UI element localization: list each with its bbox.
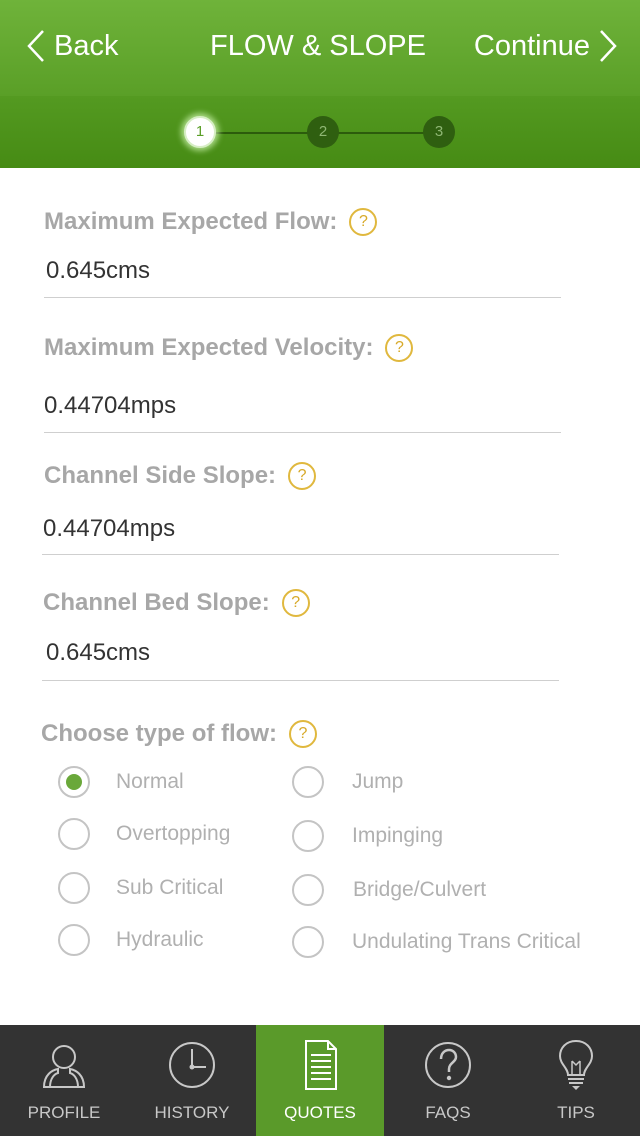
- radio-label: Normal: [116, 770, 184, 793]
- radio-undulating-trans-critical[interactable]: Undulating Trans Critical: [292, 926, 581, 958]
- radio-hydraulic[interactable]: Hydraulic: [58, 924, 204, 956]
- help-icon[interactable]: ?: [281, 589, 310, 617]
- radio-button[interactable]: [58, 818, 90, 850]
- radio-normal[interactable]: Normal: [58, 766, 184, 798]
- help-icon[interactable]: ?: [289, 720, 317, 748]
- continue-label: Continue: [473, 30, 590, 62]
- field-underline: [42, 554, 559, 555]
- tab-label: QUOTES: [284, 1103, 356, 1122]
- field-underline: [44, 432, 561, 433]
- max-velocity-label-text: Maximum Expected Velocity:: [44, 334, 374, 361]
- help-icon[interactable]: ?: [349, 208, 378, 236]
- radio-button[interactable]: [292, 874, 324, 906]
- field-underline: [44, 297, 561, 298]
- radio-label: Undulating Trans Critical: [352, 930, 581, 953]
- tab-label: FAQS: [425, 1103, 471, 1122]
- tab-bar: PROFILE HISTORY QUOTES FAQS TIPS: [0, 1025, 640, 1136]
- lightbulb-icon: [558, 1039, 594, 1090]
- tab-profile[interactable]: PROFILE: [0, 1025, 128, 1136]
- bed-slope-label: Channel Bed Slope: ?: [43, 589, 310, 617]
- bed-slope-input[interactable]: 0.645cms: [46, 639, 150, 667]
- tab-label: PROFILE: [27, 1103, 101, 1122]
- tab-faqs[interactable]: FAQS: [384, 1025, 512, 1136]
- clock-icon: [169, 1042, 215, 1088]
- step-3[interactable]: 3: [423, 116, 455, 148]
- radio-label: Sub Critical: [116, 876, 224, 899]
- radio-label: Jump: [352, 770, 404, 793]
- help-icon[interactable]: ?: [385, 334, 414, 362]
- step-2[interactable]: 2: [307, 116, 339, 148]
- help-icon[interactable]: ?: [288, 462, 317, 490]
- max-flow-label-text: Maximum Expected Flow:: [44, 208, 338, 235]
- flow-type-label: Choose type of flow: ?: [41, 720, 317, 748]
- tab-quotes[interactable]: QUOTES: [256, 1025, 384, 1136]
- max-flow-input[interactable]: 0.645cms: [46, 257, 150, 285]
- tab-history[interactable]: HISTORY: [128, 1025, 256, 1136]
- radio-label: Hydraulic: [116, 928, 204, 951]
- question-icon: [425, 1042, 471, 1088]
- tab-label: HISTORY: [154, 1103, 230, 1122]
- field-underline: [42, 680, 559, 681]
- radio-label: Bridge/Culvert: [353, 878, 487, 901]
- radio-button[interactable]: [292, 926, 324, 958]
- radio-button[interactable]: [58, 766, 90, 798]
- radio-label: Overtopping: [116, 822, 231, 845]
- side-slope-label: Channel Side Slope: ?: [44, 462, 317, 490]
- radio-overtopping[interactable]: Overtopping: [58, 818, 230, 850]
- side-slope-input[interactable]: 0.44704mps: [43, 515, 175, 543]
- radio-sub-critical[interactable]: Sub Critical: [58, 872, 223, 904]
- person-icon: [42, 1045, 86, 1088]
- radio-bridge-culvert[interactable]: Bridge/Culvert: [292, 874, 486, 906]
- max-velocity-input[interactable]: 0.44704mps: [44, 392, 176, 420]
- radio-label: Impinging: [352, 824, 444, 847]
- radio-button[interactable]: [292, 820, 324, 852]
- chevron-right-icon: [600, 30, 617, 62]
- document-icon: [305, 1040, 337, 1090]
- max-flow-label: Maximum Expected Flow: ?: [44, 208, 378, 236]
- radio-button[interactable]: [292, 766, 324, 798]
- bed-slope-label-text: Channel Bed Slope:: [43, 589, 270, 616]
- radio-button[interactable]: [58, 872, 90, 904]
- tab-label: TIPS: [557, 1103, 595, 1122]
- radio-impinging[interactable]: Impinging: [292, 820, 443, 852]
- radio-button[interactable]: [58, 924, 90, 956]
- tab-tips[interactable]: TIPS: [512, 1025, 640, 1136]
- max-velocity-label: Maximum Expected Velocity: ?: [44, 334, 414, 362]
- flow-type-label-text: Choose type of flow:: [41, 720, 277, 747]
- step-1[interactable]: 1: [184, 116, 216, 148]
- side-slope-label-text: Channel Side Slope:: [44, 462, 277, 489]
- continue-button[interactable]: Continue: [474, 26, 618, 66]
- progress-stepper: 1 2 3: [0, 96, 640, 168]
- radio-jump[interactable]: Jump: [292, 766, 403, 798]
- nav-header: Back FLOW & SLOPE Continue: [0, 0, 640, 96]
